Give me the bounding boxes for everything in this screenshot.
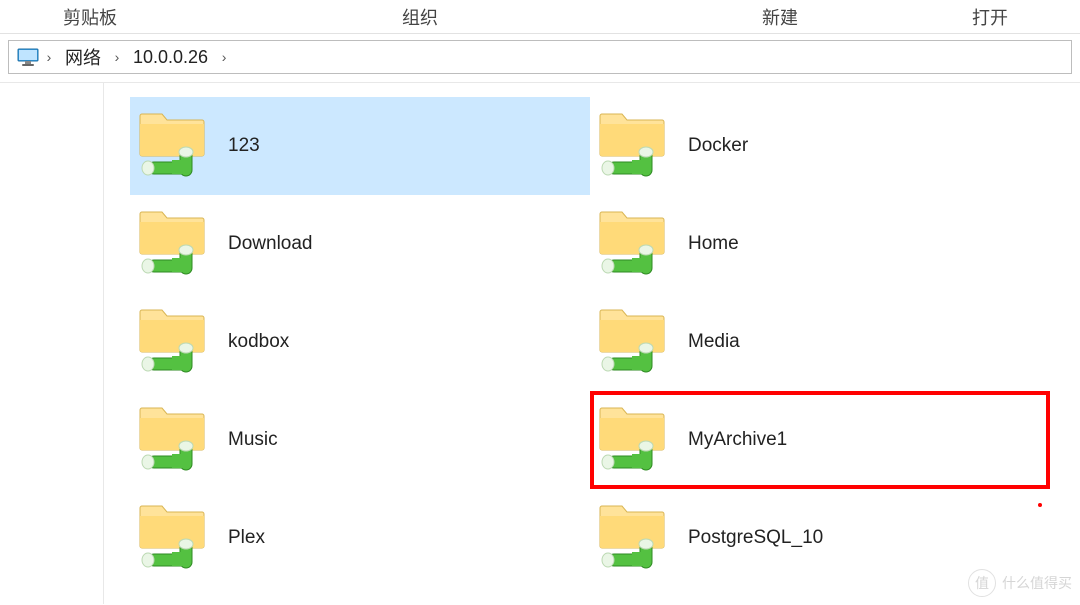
main-area: 123 Docker Download Home kodbox Media Music MyA… [0, 83, 1080, 604]
folder-item[interactable]: Download [130, 195, 590, 293]
folder-item[interactable]: 123 [130, 97, 590, 195]
ribbon-group-organize: 组织 [180, 4, 660, 30]
folder-label: MyArchive1 [688, 429, 787, 451]
folder-item[interactable]: Docker [590, 97, 1050, 195]
shared-folder-icon [598, 304, 668, 380]
folder-label: Download [228, 233, 313, 255]
folder-label: PostgreSQL_10 [688, 527, 823, 549]
network-monitor-icon [17, 47, 39, 67]
shared-folder-icon [138, 402, 208, 478]
watermark: 值 什么值得买 [968, 569, 1072, 597]
address-bar-container: › 网络 › 10.0.0.26 › [0, 34, 1080, 83]
folder-item[interactable]: Plex [130, 489, 590, 587]
folder-item[interactable]: Media [590, 293, 1050, 391]
ribbon-group-labels: 剪贴板 组织 新建 打开 [0, 0, 1080, 34]
navigation-pane[interactable] [0, 83, 104, 604]
shared-folder-icon [138, 304, 208, 380]
breadcrumb-host[interactable]: 10.0.0.26 [127, 47, 214, 68]
folder-label: Home [688, 233, 739, 255]
folder-label: Docker [688, 135, 748, 157]
folder-item[interactable]: Home [590, 195, 1050, 293]
address-bar[interactable]: › 网络 › 10.0.0.26 › [8, 40, 1072, 74]
chevron-right-icon[interactable]: › [41, 49, 57, 65]
shared-folder-icon [138, 206, 208, 282]
folder-label: 123 [228, 135, 260, 157]
chevron-right-icon[interactable]: › [216, 49, 232, 65]
folder-grid: 123 Docker Download Home kodbox Media Music MyA… [130, 97, 1064, 587]
folder-item[interactable]: Music [130, 391, 590, 489]
folder-item[interactable]: kodbox [130, 293, 590, 391]
shared-folder-icon [598, 500, 668, 576]
ribbon-group-new: 新建 [660, 4, 900, 30]
folder-content[interactable]: 123 Docker Download Home kodbox Media Music MyA… [104, 83, 1080, 604]
folder-label: Music [228, 429, 278, 451]
annotation-dot [1038, 503, 1042, 507]
folder-item[interactable]: MyArchive1 [590, 391, 1050, 489]
chevron-right-icon[interactable]: › [109, 49, 125, 65]
shared-folder-icon [138, 500, 208, 576]
ribbon-group-clipboard: 剪贴板 [0, 4, 180, 30]
shared-folder-icon [598, 206, 668, 282]
shared-folder-icon [138, 108, 208, 184]
watermark-text: 什么值得买 [1002, 573, 1072, 593]
folder-label: kodbox [228, 331, 289, 353]
shared-folder-icon [598, 108, 668, 184]
folder-label: Plex [228, 527, 265, 549]
folder-label: Media [688, 331, 740, 353]
breadcrumb-network[interactable]: 网络 [59, 44, 107, 70]
shared-folder-icon [598, 402, 668, 478]
ribbon-group-open: 打开 [900, 4, 1080, 30]
watermark-logo: 值 [968, 569, 996, 597]
